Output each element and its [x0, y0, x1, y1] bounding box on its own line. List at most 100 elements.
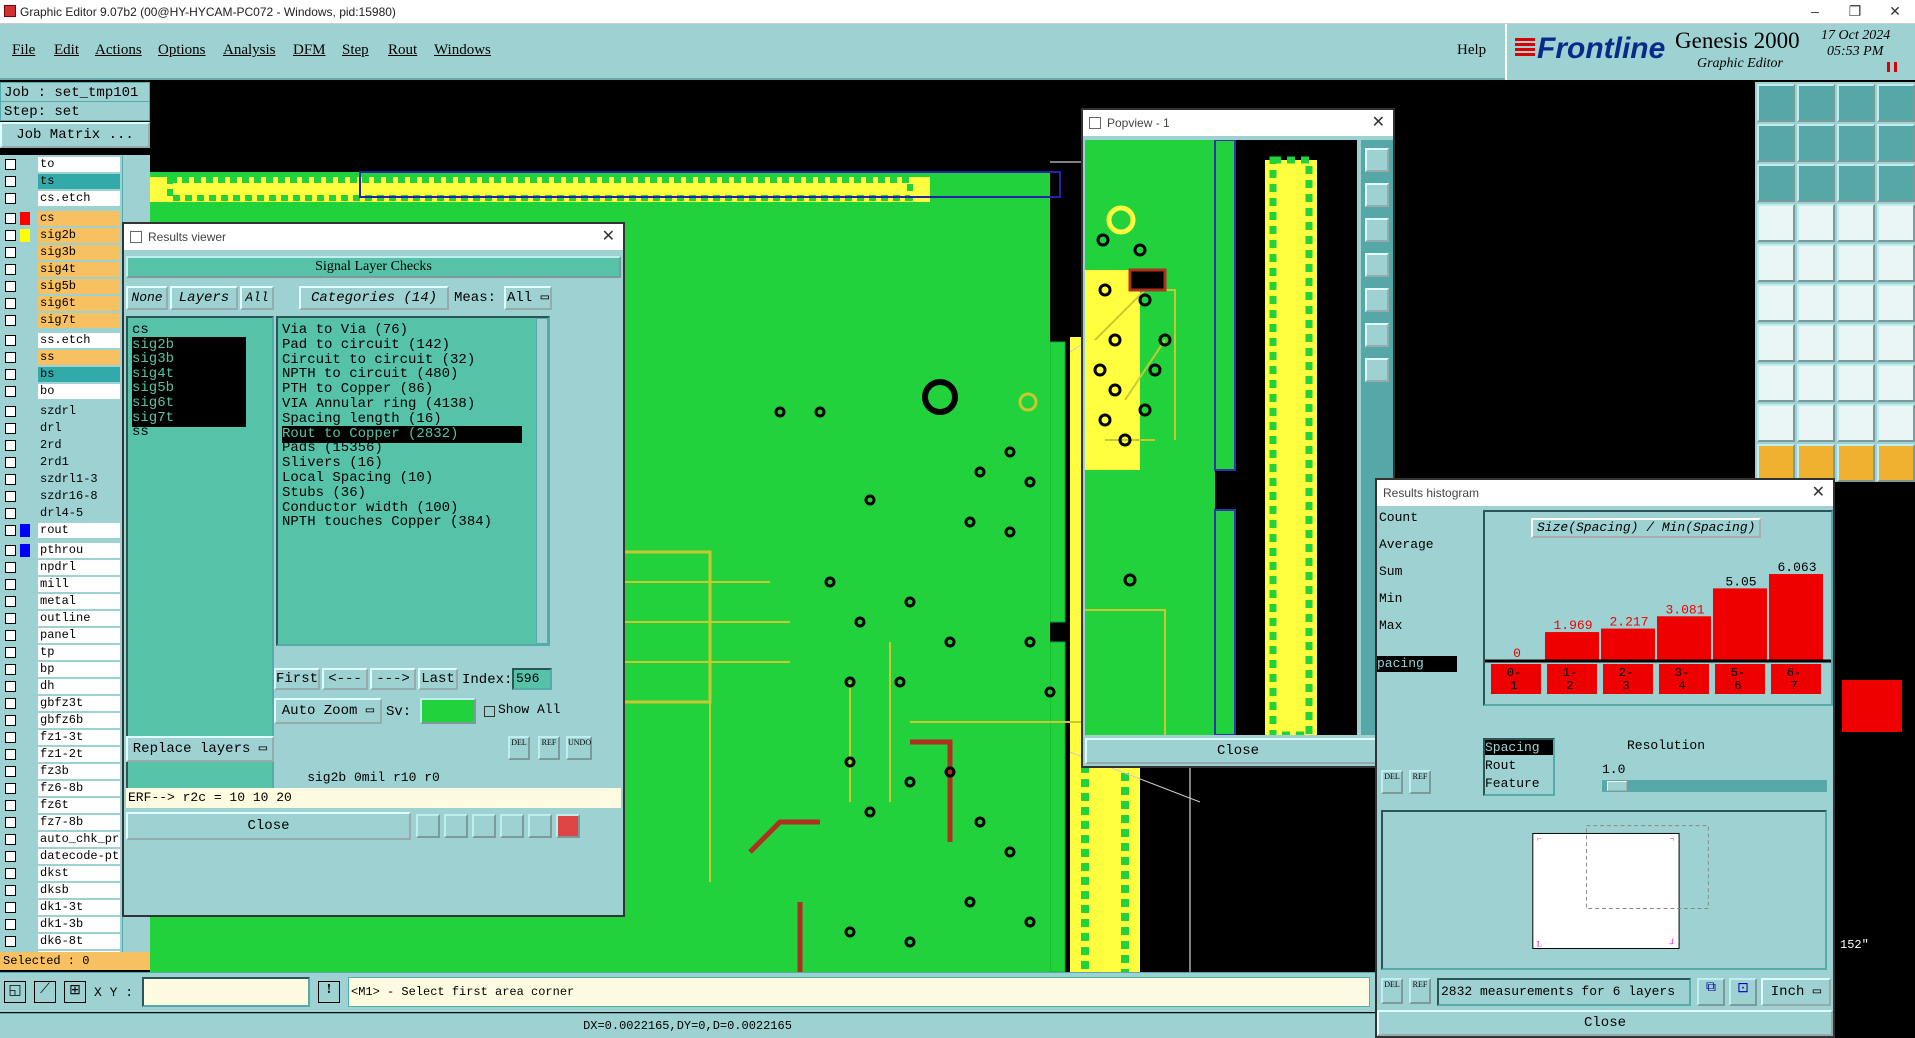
layer-row-sig2b[interactable]: sig2b [2, 228, 122, 243]
stat-item[interactable]: Max [1379, 618, 1402, 633]
layer-checkbox[interactable] [5, 783, 16, 794]
pan-left-icon[interactable] [1757, 124, 1795, 162]
close-icon[interactable]: ✕ [1812, 480, 1825, 506]
popview-titlebar[interactable]: Popview - 1 ✕ [1083, 110, 1393, 136]
layer-name[interactable]: sig4t [38, 262, 120, 277]
layer-name[interactable]: dkst [38, 866, 120, 881]
layer-name[interactable]: ts [38, 174, 120, 189]
layer-name[interactable]: dk1-3t [38, 900, 120, 915]
layer-name[interactable]: cs [38, 211, 120, 226]
layer-checkbox[interactable] [5, 298, 16, 309]
layer-checkbox[interactable] [5, 247, 16, 258]
popview-close-button[interactable]: Close [1085, 738, 1391, 764]
menu-windows[interactable]: Windows [434, 42, 491, 59]
category-item[interactable]: NPTH touches Copper (384) [282, 514, 522, 531]
popview-tool-icon[interactable] [1365, 323, 1389, 347]
layer-row-panel[interactable]: panel [2, 628, 122, 643]
menu-dfm[interactable]: DFM [293, 42, 326, 59]
layer-row-cs[interactable]: cs [2, 211, 122, 226]
popview-tool-icon[interactable] [1365, 288, 1389, 312]
auto-zoom-button[interactable]: Auto Zoom ▭ [274, 698, 382, 724]
menu-help[interactable]: Help [1457, 42, 1486, 59]
ref-icon[interactable]: REF [1409, 978, 1431, 1004]
stat-item[interactable]: Min [1379, 591, 1402, 606]
layer-checkbox[interactable] [5, 264, 16, 275]
layer-row-fz6-8b[interactable]: fz6-8b [2, 781, 122, 796]
popview-tool-icon[interactable] [1365, 183, 1389, 207]
window-icon[interactable] [1877, 84, 1915, 122]
layer-row-bp[interactable]: bp [2, 662, 122, 677]
layer-checkbox[interactable] [5, 647, 16, 658]
histogram-close-button[interactable]: Close [1377, 1010, 1833, 1036]
layer-row-dksb[interactable]: dksb [2, 883, 122, 898]
layer-row-fz6t[interactable]: fz6t [2, 798, 122, 813]
layer-checkbox[interactable] [5, 749, 16, 760]
menu-edit[interactable]: Edit [54, 42, 79, 59]
ruler-icon[interactable] [1877, 204, 1915, 242]
layer-row-gbfz6b[interactable]: gbfz6b [2, 713, 122, 728]
layer-row-auto_chk_pr[interactable]: auto_chk_pr [2, 832, 122, 847]
layer-checkbox[interactable] [5, 491, 16, 502]
layer-name[interactable]: ss [38, 350, 120, 365]
del-icon[interactable]: DEL [1381, 770, 1403, 794]
pointer-icon[interactable] [1757, 444, 1795, 482]
layer-name[interactable]: metal [38, 594, 120, 609]
layer-row-outline[interactable]: outline [2, 611, 122, 626]
layer-checkbox[interactable] [5, 159, 16, 170]
line-icon[interactable] [1837, 244, 1875, 282]
layer-name[interactable]: dk6-8t [38, 934, 120, 949]
layer-row-fz3b[interactable]: fz3b [2, 764, 122, 779]
sv-color-select[interactable] [420, 698, 476, 724]
layer-checkbox[interactable] [5, 474, 16, 485]
popview-tool-icon[interactable] [1365, 148, 1389, 172]
layer-name[interactable]: fz6t [38, 798, 120, 813]
notes-icon[interactable] [528, 814, 552, 838]
layer-checkbox[interactable] [5, 369, 16, 380]
layer-checkbox[interactable] [5, 613, 16, 624]
ref-icon[interactable]: REF [538, 736, 560, 760]
feature-icon[interactable] [1757, 244, 1795, 282]
layer-icon[interactable] [1877, 364, 1915, 402]
layer-row-gbfz3t[interactable]: gbfz3t [2, 696, 122, 711]
layer-row-dh[interactable]: dh [2, 679, 122, 694]
layer-row-sig7t[interactable]: sig7t [2, 313, 122, 328]
layer-row-sig5b[interactable]: sig5b [2, 279, 122, 294]
layer-row-tp[interactable]: tp [2, 645, 122, 660]
layer-name[interactable]: 2rd1 [38, 455, 120, 470]
unit-select[interactable]: Inch ▭ [1761, 978, 1831, 1006]
layer-row-szdrl1-3[interactable]: szdrl1-3 [2, 472, 122, 487]
layer-name[interactable]: mill [38, 577, 120, 592]
type-item[interactable]: Rout [1485, 758, 1553, 773]
layer-checkbox[interactable] [5, 732, 16, 743]
layer-checkbox[interactable] [5, 545, 16, 556]
layer-result-list[interactable]: cs sig2b sig3b sig4t sig5b sig6t sig7t ss [126, 316, 274, 796]
layer-name[interactable]: dk1-3b [38, 917, 120, 932]
layer-row-sig3b[interactable]: sig3b [2, 245, 122, 260]
zoom-home-icon[interactable] [1757, 84, 1795, 122]
menu-analysis[interactable]: Analysis [223, 42, 276, 59]
layer-name[interactable]: tp [38, 645, 120, 660]
layer-checkbox[interactable] [5, 176, 16, 187]
layer-checkbox[interactable] [5, 457, 16, 468]
measure-icon[interactable] [1837, 204, 1875, 242]
node-icon[interactable] [1837, 284, 1875, 322]
layer-checkbox[interactable] [5, 315, 16, 326]
category-list[interactable]: Via to Via (76) Pad to circuit (142) Circu… [276, 316, 550, 646]
cross-icon[interactable] [472, 814, 496, 838]
layer-name[interactable]: auto_chk_pr [38, 832, 120, 847]
pointer4-icon[interactable] [1877, 444, 1915, 482]
histogram-bar[interactable] [1601, 628, 1655, 660]
split-icon[interactable] [1877, 284, 1915, 322]
layer-checkbox[interactable] [5, 681, 16, 692]
triangle-b-icon[interactable] [1837, 404, 1875, 442]
last-button[interactable]: Last [418, 668, 458, 690]
layer-name[interactable]: 2rd [38, 438, 120, 453]
layer-row-ss[interactable]: ss [2, 350, 122, 365]
layer-name[interactable]: szdrl1-3 [38, 472, 120, 487]
maximize-icon[interactable]: ❐ [1835, 0, 1875, 24]
layer-row-dk6-8t[interactable]: dk6-8t [2, 934, 122, 949]
minimize-icon[interactable]: – [1795, 0, 1835, 24]
layer-name[interactable]: panel [38, 628, 120, 643]
triangle-a-icon[interactable] [1797, 404, 1835, 442]
layer-row-szdrl[interactable]: szdrl [2, 404, 122, 419]
